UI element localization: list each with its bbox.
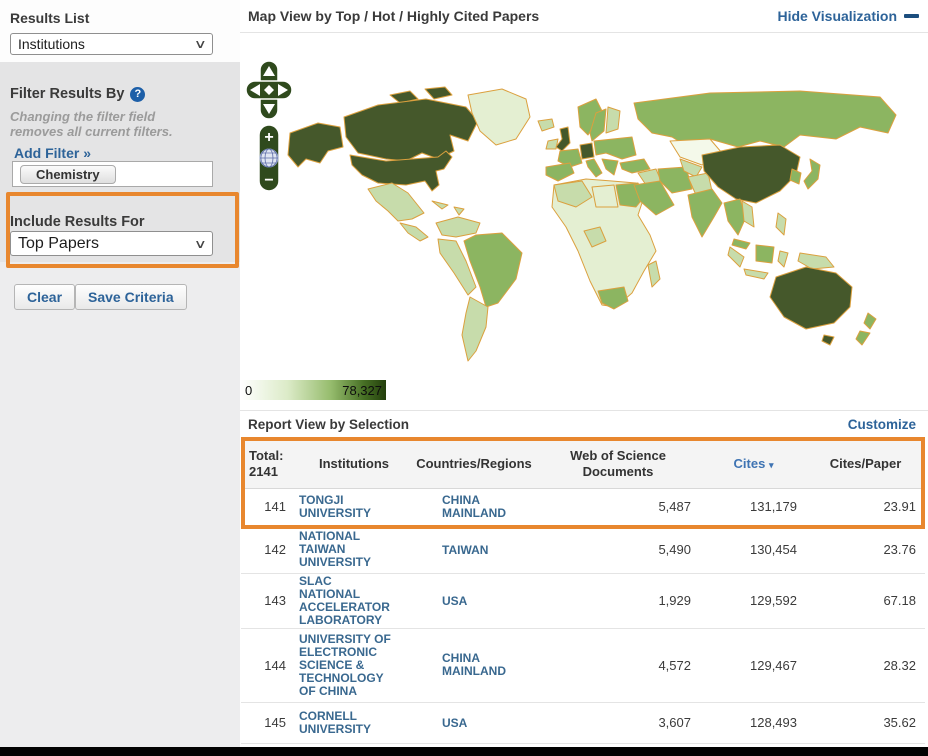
map-countries[interactable] [288,87,896,361]
rank-cell: 142 [241,525,295,573]
institution-link[interactable]: CORNELL UNIVERSITY [299,710,391,736]
filter-panel: Filter Results By ? Changing the filter … [0,62,240,262]
filter-input[interactable]: Chemistry [12,161,213,187]
include-results-value: Top Papers [18,235,99,253]
institution-link[interactable]: UNIVERSITY OF ELECTRONIC SCIENCE & TECHN… [299,633,391,698]
country-link[interactable]: TAIWAN [442,544,522,557]
cites-per-paper-cell: 28.32 [806,628,925,702]
map-legend: 0 78,327 [241,380,386,400]
institution-link[interactable]: SLAC NATIONAL ACCELERATOR LABORATORY [299,575,391,627]
legend-max: 78,327 [342,383,382,398]
col-header-documents: Web of Science Documents [535,441,701,488]
add-filter-link[interactable]: Add Filter » [14,145,91,161]
rank-cell: 143 [241,573,295,628]
hide-visualization-label: Hide Visualization [777,8,897,24]
filter-note-line1: Changing the filter field [10,109,173,124]
cites-cell: 131,179 [701,488,806,525]
world-map[interactable]: + − [240,55,928,365]
total-header: Total: 2141 [241,441,295,488]
sort-cites-button[interactable]: Cites [734,456,766,471]
country-link[interactable]: CHINA MAINLAND [442,494,522,520]
report-table: Total: 2141 Institutions Countries/Regio… [241,441,925,756]
results-list-value: Institutions [18,36,85,52]
filter-tag-chemistry[interactable]: Chemistry [20,165,116,184]
total-label: Total: [249,448,294,464]
documents-cell: 5,487 [535,488,701,525]
zoom-in-button[interactable]: + [264,129,273,146]
chevron-down-icon: ∨ [194,237,207,251]
report-header: Report View by Selection Customize [240,410,928,438]
cites-cell: 129,592 [701,573,806,628]
table-row: 145 CORNELL UNIVERSITY USA 3,607 128,493… [241,702,925,743]
documents-cell: 4,572 [535,628,701,702]
clear-button[interactable]: Clear [14,284,75,310]
chevron-down-icon: ∨ [194,37,207,51]
map-zoom-control[interactable]: + − [259,125,279,191]
institution-link[interactable]: NATIONAL TAIWAN UNIVERSITY [299,530,391,569]
legend-min: 0 [245,383,252,398]
country-link[interactable]: USA [442,595,522,608]
filter-note: Changing the filter field removes all cu… [10,109,173,139]
cites-per-paper-cell: 23.91 [806,488,925,525]
include-results-label: Include Results For [10,214,145,230]
screen-bottom-edge [0,747,928,756]
cites-cell: 129,467 [701,628,806,702]
cites-cell: 130,454 [701,525,806,573]
sort-desc-icon: ▾ [769,460,774,470]
col-header-countries: Countries/Regions [413,441,535,488]
total-value: 2141 [249,464,294,480]
report-table-wrap: Total: 2141 Institutions Countries/Regio… [241,441,926,756]
col-header-institutions: Institutions [295,441,413,488]
cites-cell: 128,493 [701,702,806,743]
rank-cell: 145 [241,702,295,743]
help-icon[interactable]: ? [130,87,145,102]
table-row: 143 SLAC NATIONAL ACCELERATOR LABORATORY… [241,573,925,628]
documents-cell: 5,490 [535,525,701,573]
sidebar: Results List Institutions ∨ Filter Resul… [0,0,240,756]
sidebar-lower: Clear Save Criteria [0,262,240,756]
include-results-select[interactable]: Top Papers ∨ [10,231,213,256]
country-link[interactable]: CHINA MAINLAND [442,652,522,678]
cites-per-paper-cell: 23.76 [806,525,925,573]
save-criteria-button[interactable]: Save Criteria [75,284,187,310]
map-view-title: Map View by Top / Hot / Highly Cited Pap… [248,8,539,24]
institution-link[interactable]: TONGJI UNIVERSITY [299,494,391,520]
main-content: Map View by Top / Hot / Highly Cited Pap… [240,0,928,756]
table-row: 141 TONGJI UNIVERSITY CHINA MAINLAND 5,4… [241,488,925,525]
customize-link[interactable]: Customize [848,417,916,432]
table-row: 144 UNIVERSITY OF ELECTRONIC SCIENCE & T… [241,628,925,702]
minus-icon [904,14,919,18]
zoom-out-button[interactable]: − [264,172,273,189]
results-list-select[interactable]: Institutions ∨ [10,33,213,55]
rank-cell: 144 [241,628,295,702]
table-header-row: Total: 2141 Institutions Countries/Regio… [241,441,925,488]
esi-results-page: Results List Institutions ∨ Filter Resul… [0,0,928,756]
hide-visualization-link[interactable]: Hide Visualization [777,8,919,24]
filter-note-line2: removes all current filters. [10,124,173,139]
filter-results-by-label: Filter Results By [10,86,124,102]
table-row: 142 NATIONAL TAIWAN UNIVERSITY TAIWAN 5,… [241,525,925,573]
map-pan-control[interactable] [246,61,292,119]
highlight-box-filter [6,192,239,268]
rank-cell: 141 [241,488,295,525]
filter-results-by-title: Filter Results By ? [10,86,145,102]
col-header-cites: Cites ▾ [701,441,806,488]
documents-cell: 3,607 [535,702,701,743]
cites-per-paper-cell: 67.18 [806,573,925,628]
report-view-title: Report View by Selection [248,417,409,432]
results-list-label: Results List [10,10,240,26]
map-header: Map View by Top / Hot / Highly Cited Pap… [240,0,928,33]
col-header-cites-per-paper: Cites/Paper [806,441,925,488]
country-link[interactable]: USA [442,717,522,730]
cites-per-paper-cell: 35.62 [806,702,925,743]
documents-cell: 1,929 [535,573,701,628]
globe-icon[interactable] [260,149,278,167]
